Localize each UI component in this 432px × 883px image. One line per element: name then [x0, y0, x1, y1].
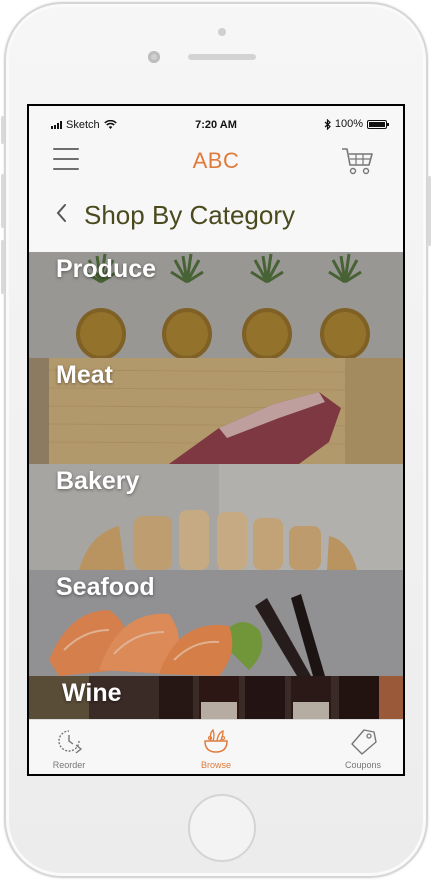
title-bar: Shop By Category — [29, 190, 403, 240]
mute-switch — [1, 116, 4, 144]
cart-icon[interactable] — [341, 146, 375, 176]
reorder-clock-icon — [58, 730, 83, 754]
category-bakery[interactable]: Bakery — [29, 464, 403, 570]
category-list: Produce Meat Bakery Seafood Wine — [29, 252, 403, 720]
category-label: Seafood — [56, 573, 155, 601]
tab-browse[interactable]: Browse — [181, 724, 251, 772]
status-bar: Sketch 7:20 AM 100% — [29, 106, 403, 142]
bluetooth-icon — [324, 118, 331, 130]
battery-icon — [367, 119, 389, 129]
category-label: Produce — [56, 255, 157, 283]
browse-bowl-icon — [204, 728, 228, 753]
volume-up-button — [1, 174, 4, 228]
tab-label: Coupons — [344, 760, 382, 770]
power-button — [428, 176, 431, 246]
tab-label: Reorder — [52, 760, 86, 770]
back-chevron-icon[interactable] — [53, 200, 71, 226]
category-wine[interactable]: Wine — [29, 676, 403, 720]
home-button[interactable] — [188, 794, 256, 862]
screen: Sketch 7:20 AM 100% ABC Shop By Category… — [27, 104, 405, 776]
app-screen: Sketch 7:20 AM 100% ABC Shop By Category… — [29, 106, 403, 774]
earpiece-speaker — [188, 54, 256, 60]
status-right: 100% — [324, 118, 389, 130]
proximity-sensor — [218, 28, 226, 36]
tab-bar: Reorder Browse Coupons — [29, 719, 403, 774]
category-label: Wine — [62, 679, 122, 707]
tab-label: Browse — [200, 760, 231, 770]
category-meat[interactable]: Meat — [29, 358, 403, 464]
front-camera — [148, 51, 160, 63]
coupon-tag-icon — [351, 729, 377, 755]
category-seafood[interactable]: Seafood — [29, 570, 403, 676]
category-produce[interactable]: Produce — [29, 252, 403, 358]
category-label: Meat — [56, 361, 113, 389]
tab-reorder[interactable]: Reorder — [34, 724, 104, 772]
category-label: Bakery — [56, 467, 140, 495]
tab-coupons[interactable]: Coupons — [328, 724, 398, 772]
page-title: Shop By Category — [84, 200, 296, 230]
volume-down-button — [1, 240, 4, 294]
nav-bar: ABC — [29, 142, 403, 182]
battery-percent: 100% — [334, 118, 363, 130]
